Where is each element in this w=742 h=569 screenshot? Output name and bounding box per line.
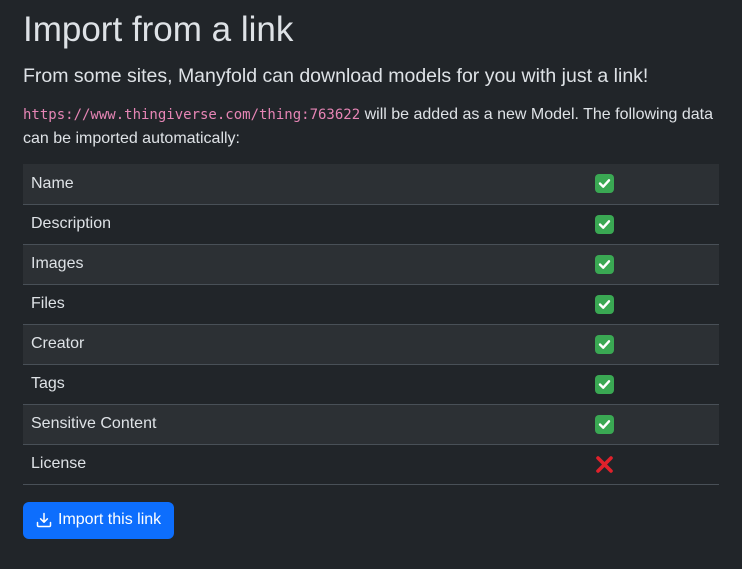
field-label: Name: [23, 164, 587, 204]
table-row: License: [23, 444, 719, 484]
table-row: Name: [23, 164, 719, 204]
field-label: Files: [31, 295, 65, 312]
field-label: Tags: [31, 375, 65, 392]
field-status: [587, 364, 719, 404]
page-title: Import from a link: [23, 10, 294, 49]
import-button-label: Import this link: [58, 511, 162, 528]
check-icon: [595, 174, 614, 194]
field-status: [587, 164, 719, 204]
import-page: Import from a link From some sites, Many…: [23, 0, 719, 539]
field-label: Creator: [23, 324, 587, 364]
importable-fields-table: Name Description Images Files Creator Ta…: [23, 164, 719, 485]
field-status: [587, 244, 719, 284]
check-icon: [595, 254, 614, 274]
check-icon: [595, 374, 614, 394]
import-url: https://www.thingiverse.com/thing:763622: [23, 107, 361, 123]
table-row: Sensitive Content: [23, 404, 719, 444]
table-row: Images: [23, 244, 719, 284]
table-row: Tags: [23, 364, 719, 404]
page-lead: From some sites, Manyfold can download m…: [23, 65, 649, 87]
field-status: [587, 404, 719, 444]
table-row: Description: [23, 204, 719, 244]
cross-icon: [595, 455, 614, 474]
field-status: [587, 324, 719, 364]
check-icon: [595, 294, 614, 314]
check-icon: [595, 214, 614, 234]
check-icon: [595, 334, 614, 354]
table-row: Creator: [23, 324, 719, 364]
table-row: Files: [23, 284, 719, 324]
field-status: [587, 284, 719, 324]
import-link-button[interactable]: Import this link: [23, 501, 175, 539]
import-intro: https://www.thingiverse.com/thing:763622…: [23, 103, 719, 150]
field-label: Images: [23, 244, 587, 284]
field-status: [587, 204, 719, 244]
field-status: [587, 444, 719, 484]
check-icon: [595, 414, 614, 434]
download-icon: [36, 512, 52, 528]
field-label: License: [31, 455, 87, 472]
field-label: Sensitive Content: [23, 404, 587, 444]
field-label: Description: [31, 215, 112, 232]
